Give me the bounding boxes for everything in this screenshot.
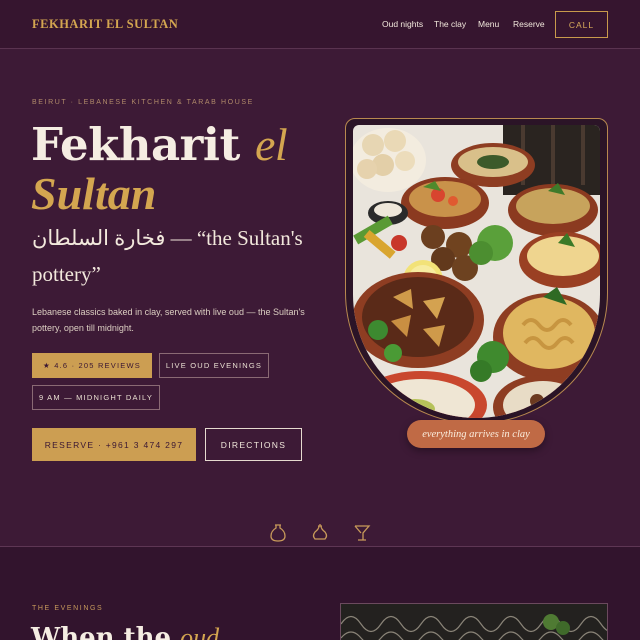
mezze-photo (353, 125, 600, 418)
hero-subtitle: فخارة السلطان — “the Sultan's pottery” (32, 226, 303, 286)
brand-logo[interactable]: FEKHARIT EL SULTAN (32, 17, 178, 32)
hero-kicker: BEIRUT · LEBANESE KITCHEN & TARAB HOUSE (32, 99, 254, 106)
nav-link-oud-nights[interactable]: Oud nights (382, 19, 423, 29)
hero-title: Fekharit el (31, 118, 288, 171)
clay-pot-icon (268, 523, 288, 543)
hero-title-line2: Sultan (31, 168, 157, 219)
nav-link-reserve[interactable]: Reserve (513, 19, 545, 29)
evenings-photo (340, 603, 608, 640)
call-button[interactable]: CALL (555, 11, 608, 38)
oud-evenings-chip: LIVE OUD EVENINGS (159, 353, 269, 378)
rating-chip: ★ 4.6 · 205 REVIEWS (32, 353, 152, 378)
reserve-button[interactable]: RESERVE · +961 3 474 297 (32, 428, 196, 461)
jug-icon (310, 523, 330, 543)
evenings-heading-accent: oud (180, 623, 220, 640)
nav-link-menu[interactable]: Menu (478, 19, 499, 29)
clay-badge: everything arrives in clay (407, 420, 545, 448)
hero-photo-frame (345, 118, 608, 424)
evenings-heading: When the oud (31, 623, 219, 640)
goblet-icon (352, 523, 372, 543)
hours-chip: 9 AM — MIDNIGHT DAILY (32, 385, 160, 410)
hero-description: Lebanese classics baked in clay, served … (32, 307, 305, 333)
nav-link-the-clay[interactable]: The clay (434, 19, 466, 29)
evenings-heading-main: When the (31, 623, 172, 640)
hero-title-main: Fekharit (31, 118, 240, 171)
hero-title-accent: el (254, 119, 288, 170)
top-nav: FEKHARIT EL SULTAN Oud nights The clay M… (0, 0, 640, 49)
directions-button[interactable]: DIRECTIONS (205, 428, 302, 461)
evenings-kicker: THE EVENINGS (32, 605, 104, 612)
